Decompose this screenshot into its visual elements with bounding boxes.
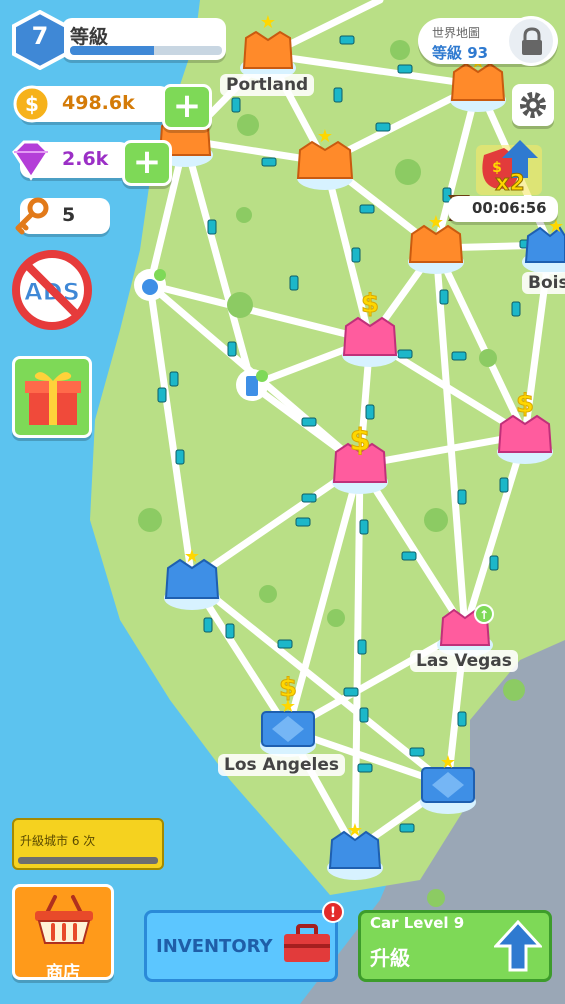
svg-text:x2: x2 [495, 171, 525, 196]
shop-label: 商店 [46, 963, 80, 983]
svg-text:★: ★ [440, 752, 456, 773]
level-number: 7 [31, 22, 49, 50]
car-upgrade-label: 升級 [370, 946, 410, 970]
level-label: 等級 [70, 26, 109, 48]
gear-icon [520, 92, 546, 118]
level-progress-fill [70, 46, 154, 55]
quest-text: 升級城市 6 次 [20, 834, 96, 848]
svg-text:★: ★ [317, 126, 333, 147]
svg-text:$: $ [516, 389, 534, 419]
svg-text:★: ★ [260, 12, 276, 33]
world-map-title: 世界地圖 [432, 26, 481, 40]
gems-value: 2.6k [62, 148, 109, 170]
world-map-level: 等級 93 [432, 44, 489, 62]
coin-icon: $ [13, 85, 51, 123]
svg-text:$: $ [350, 423, 371, 458]
city-label-boise: Bois [522, 272, 565, 294]
svg-text:↑: ↑ [479, 608, 489, 622]
gift-icon [25, 372, 81, 425]
svg-text:★: ★ [428, 212, 444, 233]
city-label-las-vegas: Las Vegas [410, 650, 518, 672]
settings-gear-button[interactable] [512, 84, 554, 126]
keys-value: 5 [62, 204, 76, 226]
level-progress-bar [70, 46, 222, 55]
gift-button[interactable] [12, 356, 92, 438]
x2-boost-icon[interactable]: $ x2 [476, 140, 542, 197]
inventory-alert-badge: ! [322, 901, 344, 923]
gem-icon [12, 140, 50, 181]
boost-timer: 00:06:56 [472, 199, 547, 217]
quest-progress-bar [18, 857, 158, 864]
add-gems-button[interactable]: + [122, 140, 172, 186]
coins-value: 498.6k [62, 92, 135, 114]
upgrade-spot-1[interactable] [134, 269, 166, 301]
no-ads-button[interactable]: ADS [12, 250, 92, 330]
key-icon [15, 197, 49, 235]
upgrade-arrow-icon [494, 920, 542, 972]
basket-icon [35, 895, 93, 944]
upgrade-spot-2[interactable] [236, 369, 268, 401]
svg-text:$: $ [361, 289, 379, 319]
lock-icon[interactable] [506, 16, 556, 66]
car-level-label: Car Level 9 [370, 914, 465, 932]
svg-text:★: ★ [347, 820, 363, 841]
svg-text:★: ★ [184, 546, 200, 567]
add-coins-button[interactable]: + [162, 84, 212, 130]
toolbox-icon [284, 924, 330, 962]
svg-text:$: $ [25, 92, 39, 116]
inventory-label: INVENTORY [156, 936, 273, 957]
city-label-portland: Portland [220, 74, 315, 96]
city-label-los-angeles: Los Angeles [218, 754, 345, 776]
svg-text:$: $ [279, 673, 297, 703]
